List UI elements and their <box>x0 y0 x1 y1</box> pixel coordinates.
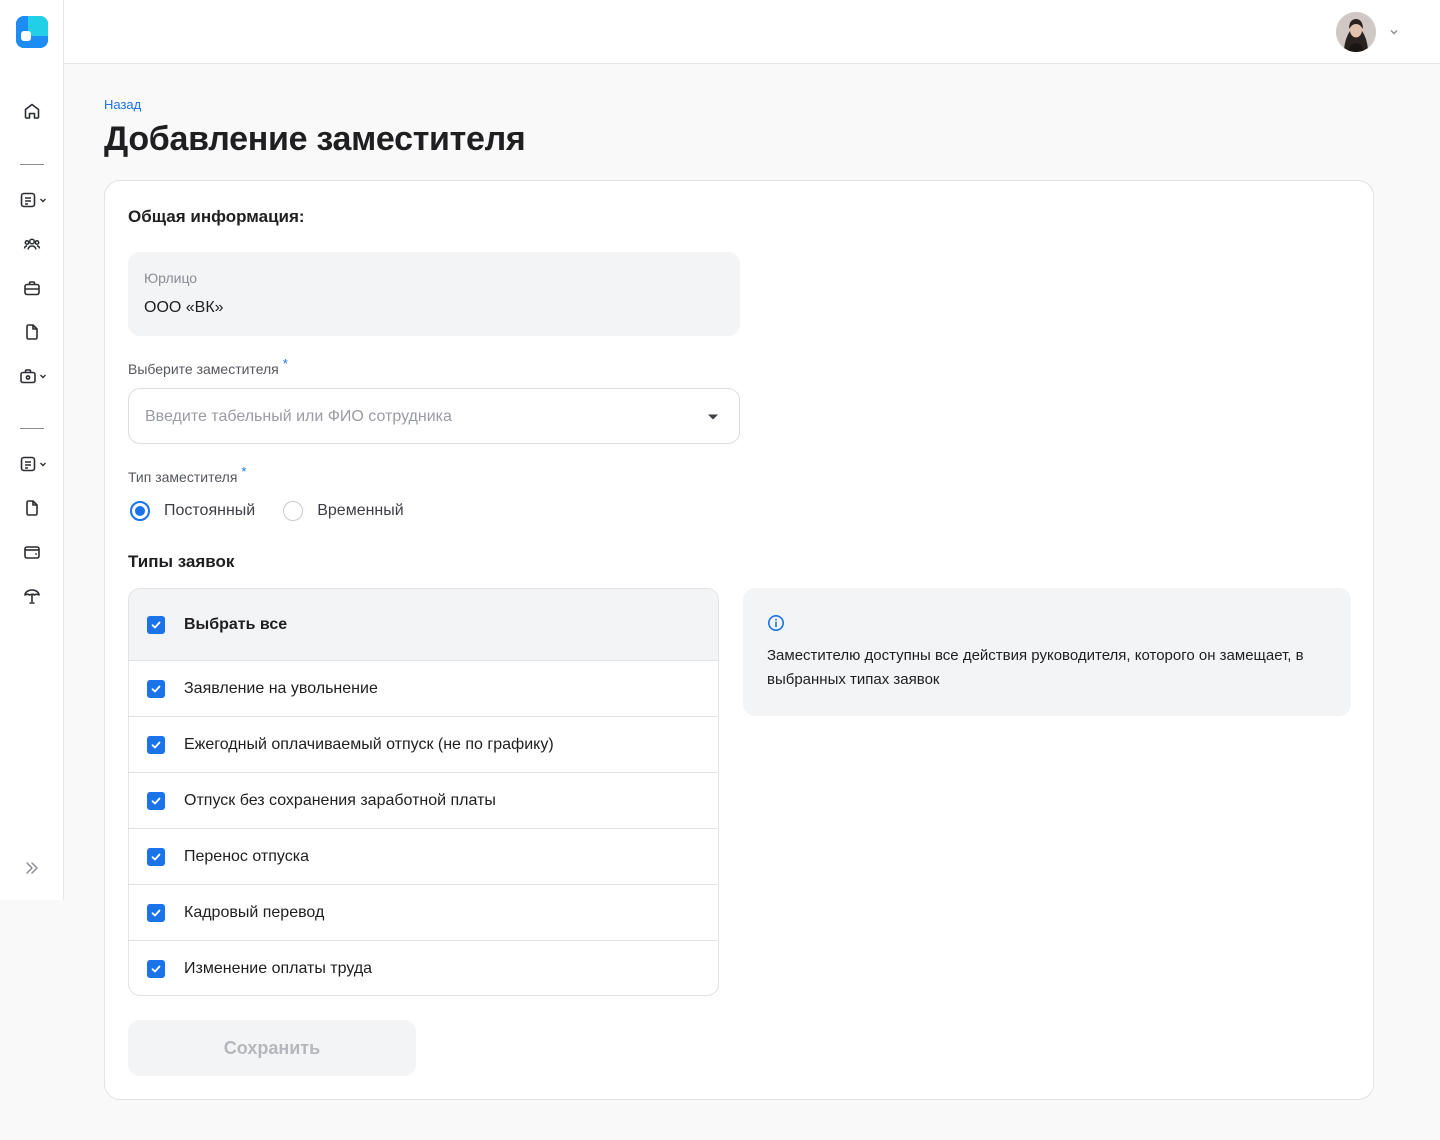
nav-tools-menu[interactable] <box>12 360 52 392</box>
radio-permanent[interactable]: Постоянный <box>128 501 255 521</box>
nav-requests-menu[interactable] <box>12 448 52 480</box>
deputy-select-label-text: Выберите заместителя <box>128 361 279 377</box>
legal-entity-label: Юрлицо <box>144 270 198 286</box>
avatar[interactable] <box>1336 12 1376 52</box>
document-list-icon <box>20 192 35 208</box>
file-icon <box>26 324 38 340</box>
list-item[interactable]: Перенос отпуска <box>129 828 718 884</box>
deputy-select[interactable]: Введите табельный или ФИО сотрудника <box>128 388 740 444</box>
select-all-checkbox[interactable] <box>147 615 165 634</box>
info-icon <box>768 615 784 631</box>
deputy-select-placeholder: Введите табельный или ФИО сотрудника <box>145 408 452 425</box>
radio-temporary-control[interactable] <box>283 501 304 521</box>
radio-permanent-label: Постоянный <box>164 502 256 519</box>
double-chevron-right-icon <box>26 862 38 874</box>
nav-vacation[interactable] <box>12 580 52 612</box>
legal-entity-value: ООО «ВК» <box>144 299 224 316</box>
radio-temporary-label: Временный <box>317 502 404 519</box>
chevron-down-icon[interactable] <box>1388 26 1400 38</box>
request-type-label: Изменение оплаты труда <box>184 959 373 977</box>
deputy-type-label: Тип заместителя * <box>128 464 246 485</box>
nav-files[interactable] <box>12 316 52 348</box>
file-icon <box>26 500 38 516</box>
info-box: Заместителю доступны все действия руково… <box>743 588 1351 716</box>
check-icon <box>151 797 161 804</box>
home-icon <box>24 103 40 119</box>
select-all-row[interactable]: Выбрать все <box>129 589 718 660</box>
chevron-down-icon <box>39 462 46 467</box>
list-item[interactable]: Заявление на увольнение <box>129 660 718 716</box>
request-type-label: Перенос отпуска <box>184 847 309 865</box>
select-all-label: Выбрать все <box>184 615 288 633</box>
legal-entity-field: Юрлицо ООО «ВК» <box>128 252 740 336</box>
list-item[interactable]: Кадровый перевод <box>129 884 718 940</box>
request-type-label: Заявление на увольнение <box>184 679 378 697</box>
nav-documents[interactable] <box>12 492 52 524</box>
request-type-checkbox[interactable] <box>147 847 165 866</box>
request-type-checkbox[interactable] <box>147 903 165 922</box>
nav-wallet[interactable] <box>12 536 52 568</box>
request-types-title: Типы заявок <box>128 552 235 571</box>
request-types-list: Выбрать все Заявление на увольнение Ежег… <box>128 588 719 996</box>
caret-down-icon <box>708 414 718 420</box>
check-icon <box>151 965 161 972</box>
wallet-icon <box>24 546 40 559</box>
save-button[interactable]: Сохранить <box>128 1020 416 1076</box>
nav-employees[interactable] <box>12 228 52 260</box>
request-type-checkbox[interactable] <box>147 679 165 698</box>
radio-permanent-control[interactable] <box>130 501 150 521</box>
topbar <box>64 0 1440 64</box>
request-type-checkbox[interactable] <box>147 791 165 810</box>
request-type-label: Отпуск без сохранения заработной платы <box>184 791 496 809</box>
list-item[interactable]: Ежегодный оплачиваемый отпуск (не по гра… <box>129 716 718 772</box>
app-logo[interactable] <box>16 16 48 48</box>
check-icon <box>151 741 161 748</box>
chevron-down-icon <box>39 374 46 379</box>
user-photo-icon <box>1336 12 1376 52</box>
toolbox-icon <box>19 369 36 384</box>
check-icon <box>151 909 161 916</box>
nav-documents-menu[interactable] <box>12 184 52 216</box>
page-title: Добавление заместителя <box>104 120 526 158</box>
check-icon <box>151 853 161 860</box>
nav-work[interactable] <box>12 272 52 304</box>
form-card: Общая информация: Юрлицо ООО «ВК» Выбери… <box>104 180 1374 1100</box>
deputy-type-radio-group: Постоянный Временный <box>128 499 430 523</box>
info-text: Заместителю доступны все действия руково… <box>767 647 1304 688</box>
chevron-down-icon <box>39 198 46 203</box>
sidebar-divider <box>20 164 44 165</box>
required-mark: * <box>241 464 247 479</box>
users-icon <box>23 238 41 250</box>
back-link[interactable]: Назад <box>104 97 141 112</box>
check-icon <box>151 621 161 628</box>
sidebar-divider <box>20 428 44 429</box>
umbrella-icon <box>24 589 40 604</box>
check-icon <box>151 685 161 692</box>
request-type-checkbox[interactable] <box>147 735 165 754</box>
radio-temporary[interactable]: Временный <box>281 501 404 521</box>
nav-home[interactable] <box>12 95 52 127</box>
list-item[interactable]: Изменение оплаты труда <box>129 940 718 995</box>
required-mark: * <box>282 356 288 371</box>
document-list-icon <box>20 456 35 472</box>
list-item[interactable]: Отпуск без сохранения заработной платы <box>129 772 718 828</box>
request-type-checkbox[interactable] <box>147 959 165 978</box>
sidebar <box>0 0 64 900</box>
request-type-label: Кадровый перевод <box>184 903 325 921</box>
sidebar-expand-button[interactable] <box>12 852 52 884</box>
request-type-label: Ежегодный оплачиваемый отпуск (не по гра… <box>184 735 554 753</box>
deputy-type-label-text: Тип заместителя <box>128 469 238 485</box>
briefcase-icon <box>24 281 40 296</box>
section-title: Общая информация: <box>128 207 305 226</box>
deputy-select-label: Выберите заместителя * <box>128 356 288 377</box>
